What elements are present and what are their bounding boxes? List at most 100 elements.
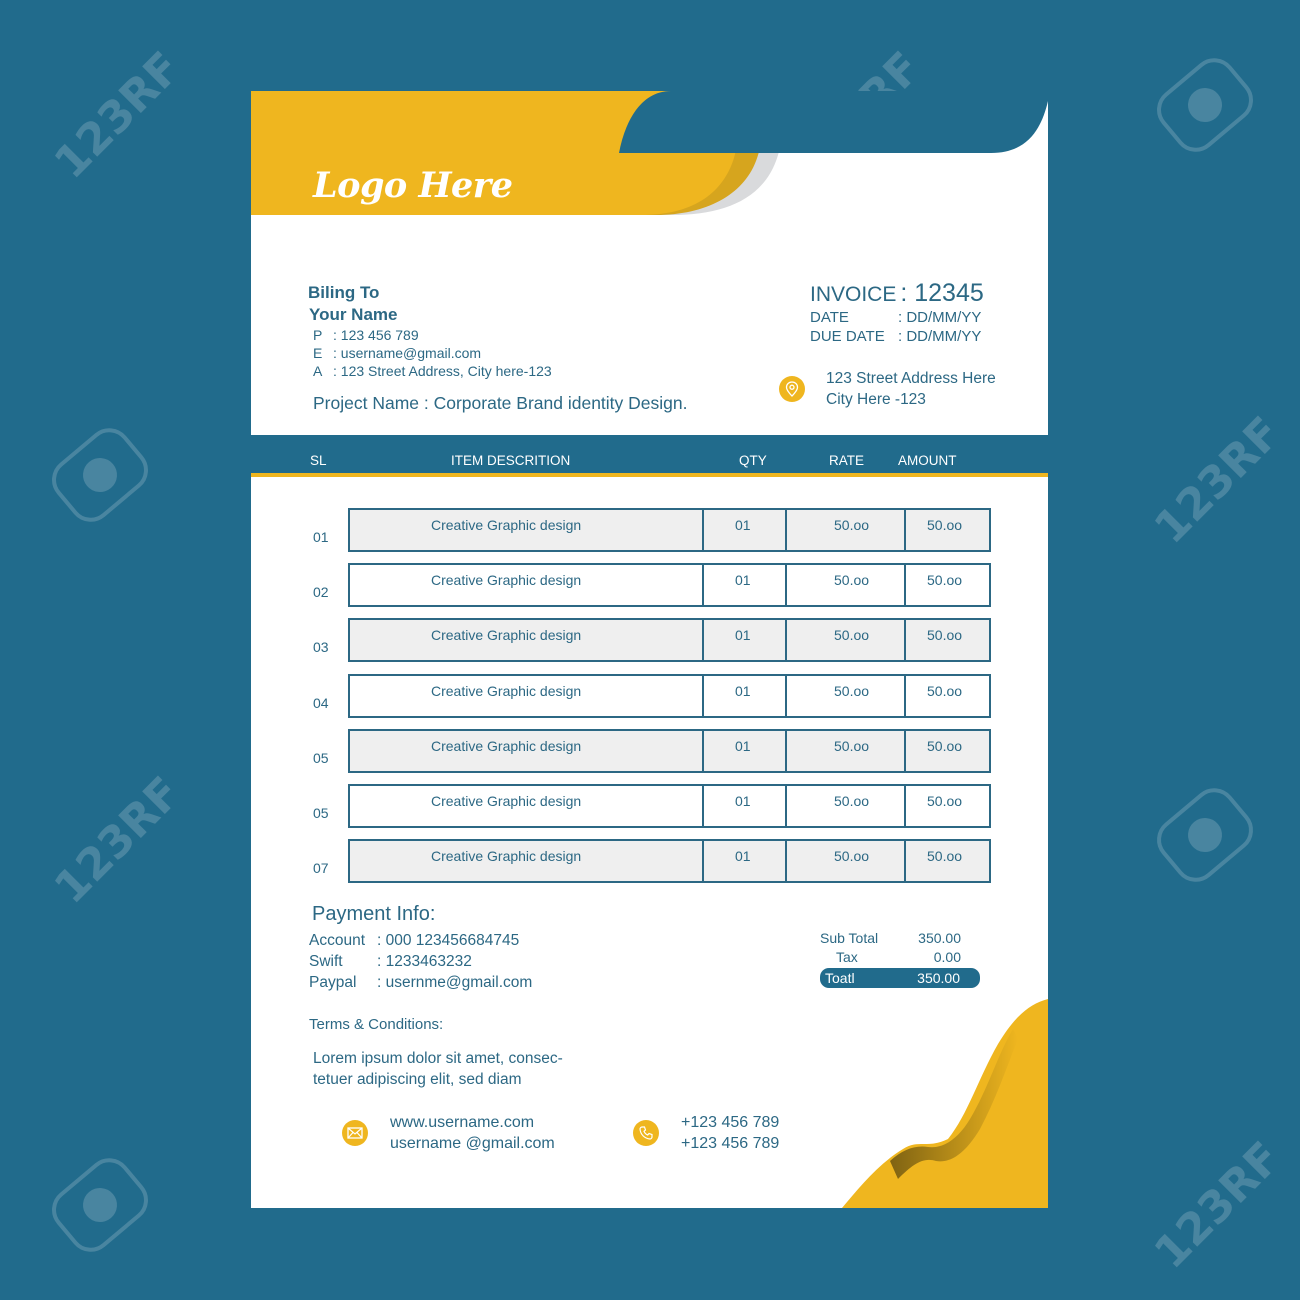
footer-swoosh <box>842 999 1048 1208</box>
row-description: Creative Graphic design <box>431 737 582 754</box>
cell-amount: 50.oo <box>906 841 989 881</box>
billing-address-value: : 123 Street Address, City here-123 <box>333 363 552 379</box>
row-rate: 50.oo <box>834 682 870 699</box>
cell-description: Creative Graphic design <box>350 510 704 550</box>
location-pin-icon <box>779 376 805 402</box>
row-qty: 01 <box>735 737 751 754</box>
payment-info: Payment Info: Account : 000 123456684745… <box>309 903 532 993</box>
terms-line1: Lorem ipsum dolor sit amet, consec- <box>313 1050 563 1067</box>
table-row: 01 Creative Graphic design 01 50.oo 50.oo <box>251 508 1048 552</box>
header-amount: AMOUNT <box>898 453 957 468</box>
invoice-due-date: DUE DATE : DD/MM/YY <box>810 327 984 346</box>
invoice-label: INVOICE <box>810 283 897 306</box>
row-sl: 05 <box>313 805 329 821</box>
cell-qty: 01 <box>704 510 787 550</box>
header-sl: SL <box>310 453 327 468</box>
invoice-page: Logo Here Biling To Your Name P : 123 45… <box>251 91 1048 1208</box>
row-description: Creative Graphic design <box>431 793 582 809</box>
row-cells: Creative Graphic design 01 50.oo 50.oo <box>348 563 991 608</box>
row-amount: 50.oo <box>927 517 963 533</box>
row-sl: 02 <box>313 584 329 601</box>
cell-rate: 50.oo <box>787 730 906 771</box>
row-cells: Creative Graphic design 01 50.oo 50.oo <box>348 784 991 828</box>
cell-amount: 50.oo <box>906 565 989 605</box>
payment-paypal-key: Paypal <box>309 974 357 991</box>
watermark-icon <box>43 419 157 531</box>
tax-row: Tax 0.00 <box>820 948 980 967</box>
terms-text: Lorem ipsum dolor sit amet, consec- tetu… <box>313 1048 563 1090</box>
phone-icon <box>633 1120 659 1146</box>
row-rate: 50.oo <box>834 517 870 533</box>
subtotal-value: 350.00 <box>918 930 961 946</box>
row-rate: 50.oo <box>834 627 870 644</box>
table-row: 04 Creative Graphic design 01 50.oo 50.oo <box>251 673 1048 718</box>
row-qty: 01 <box>735 848 751 865</box>
cell-amount: 50.oo <box>906 620 989 660</box>
row-rate: 50.oo <box>834 848 870 865</box>
terms-heading: Terms & Conditions: <box>309 1016 444 1033</box>
footer-email[interactable]: username @gmail.com <box>390 1133 555 1154</box>
cell-rate: 50.oo <box>787 565 906 606</box>
cell-rate: 50.oo <box>787 841 906 882</box>
company-address-line2: City Here -123 <box>826 391 926 408</box>
company-address-line1: 123 Street Address Here <box>826 370 996 387</box>
tax-label: Tax <box>836 949 858 965</box>
billing-email-key: E <box>313 345 323 361</box>
row-description: Creative Graphic design <box>431 848 582 865</box>
row-sl: 07 <box>313 860 329 877</box>
terms-line2: tetuer adipiscing elit, sed diam <box>313 1071 522 1088</box>
cell-rate: 50.oo <box>787 786 906 826</box>
cell-qty: 01 <box>704 841 787 882</box>
header-blue-shape <box>619 91 1048 153</box>
footer-website[interactable]: www.username.com <box>390 1112 555 1133</box>
envelope-icon <box>342 1120 368 1146</box>
table-header: SL ITEM DESCRITION QTY RATE AMOUNT <box>251 435 1048 477</box>
header-rate: RATE <box>829 453 865 468</box>
invoice-title: INVOICE : 12345 <box>810 279 984 308</box>
billing-section: Biling To Your Name P : 123 456 789 E : … <box>308 282 552 380</box>
payment-heading: Payment Info: <box>312 903 436 925</box>
billing-heading: Biling To <box>308 283 380 302</box>
cell-description: Creative Graphic design <box>350 565 704 606</box>
watermark-text: 123RF <box>44 767 192 914</box>
row-description: Creative Graphic design <box>431 572 582 589</box>
row-amount: 50.oo <box>927 737 963 754</box>
row-sl: 03 <box>313 639 329 656</box>
cell-description: Creative Graphic design <box>350 786 704 826</box>
payment-swift-key: Swift <box>309 953 343 970</box>
payment-paypal: Paypal : usernme@gmail.com <box>309 972 532 993</box>
row-cells: Creative Graphic design 01 50.oo 50.oo <box>348 673 991 718</box>
subtotal-row: Sub Total 350.00 <box>820 929 980 948</box>
table-row: 03 Creative Graphic design 01 50.oo 50.oo <box>251 618 1048 663</box>
footer-yellow-shape <box>842 999 1048 1208</box>
table-row: 02 Creative Graphic design 01 50.oo 50.oo <box>251 563 1048 608</box>
row-amount: 50.oo <box>927 848 963 865</box>
watermark-text: 123RF <box>1144 1132 1292 1279</box>
row-cells: Creative Graphic design 01 50.oo 50.oo <box>348 508 991 552</box>
row-amount: 50.oo <box>927 682 963 699</box>
project-name: Project Name : Corporate Brand identity … <box>313 393 688 413</box>
cell-amount: 50.oo <box>906 731 989 771</box>
row-amount: 50.oo <box>927 627 963 644</box>
row-amount: 50.oo <box>927 572 963 589</box>
header-description: ITEM DESCRITION <box>451 453 571 468</box>
footer-phone-contact: +123 456 789 +123 456 789 <box>633 1112 779 1154</box>
row-qty: 01 <box>735 793 751 809</box>
watermark-icon <box>1148 49 1262 161</box>
watermark-icon <box>43 1149 157 1261</box>
table-row: 05 Creative Graphic design 01 50.oo 50.oo <box>251 784 1048 828</box>
row-cells: Creative Graphic design 01 50.oo 50.oo <box>348 728 991 773</box>
invoice-date: DATE : DD/MM/YY <box>810 308 984 327</box>
footer-web-contact: www.username.com username @gmail.com <box>342 1112 555 1154</box>
total-row: Toatl 350.00 <box>820 968 980 988</box>
cell-rate: 50.oo <box>787 675 906 716</box>
watermark-text: 123RF <box>1144 407 1292 554</box>
row-sl: 04 <box>313 694 329 711</box>
row-rate: 50.oo <box>834 793 870 809</box>
billing-phone-value: : 123 456 789 <box>333 327 419 343</box>
watermark-icon <box>1148 779 1262 891</box>
total-value: 350.00 <box>917 970 960 986</box>
cell-amount: 50.oo <box>906 786 989 826</box>
row-amount: 50.oo <box>927 793 963 809</box>
cell-description: Creative Graphic design <box>350 675 704 716</box>
